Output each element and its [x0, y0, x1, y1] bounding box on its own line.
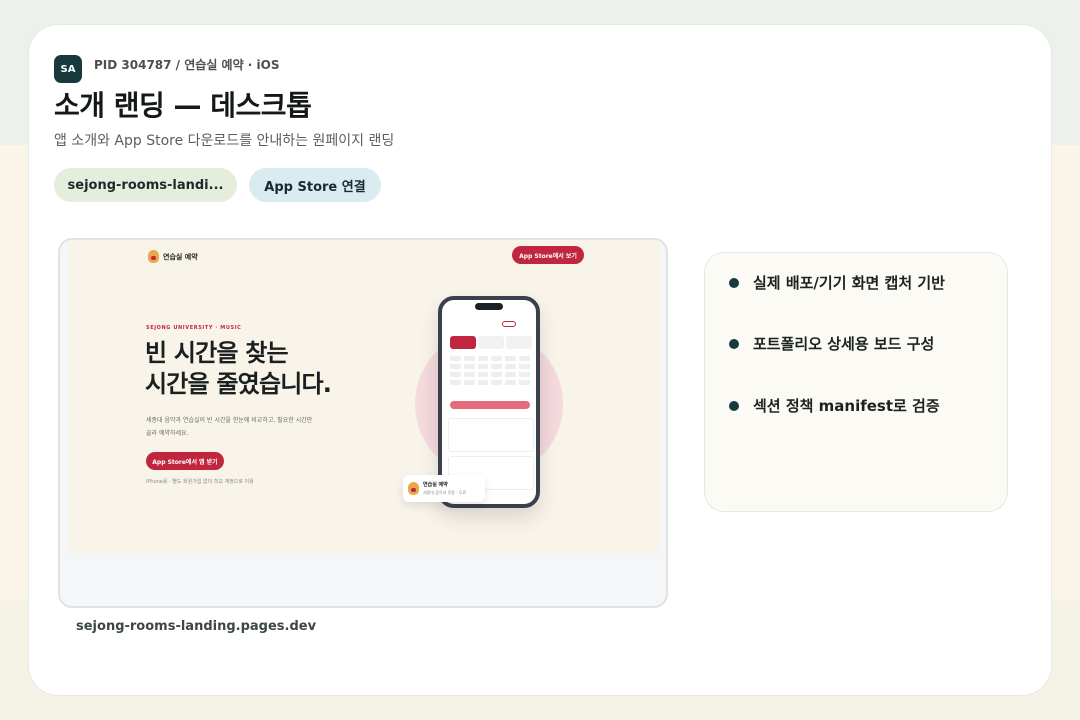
phone-tab [478, 336, 504, 349]
feature-label: 포트폴리오 상세용 보드 구성 [753, 335, 935, 353]
landing-cta-button[interactable]: App Store에서 앱 받기 [146, 452, 224, 470]
page-title: 소개 랜딩 — 데스크톱 [54, 89, 312, 122]
bullet-icon [729, 338, 739, 349]
tiger-mascot-icon [408, 482, 419, 495]
app-badge-subtitle: 세종대 음악과 전용 · 무료 [423, 490, 467, 495]
bullet-icon [729, 400, 739, 411]
landing-note: iPhone용 · 별도 회원가입 없이 학교 계정으로 이용 [146, 479, 254, 485]
feature-label: 섹션 정책 manifest로 검증 [753, 397, 940, 415]
landing-preview: 연습실 예약 App Store에서 보기 SEJONG UNIVERSITY … [58, 238, 668, 608]
landing-nav-app-store-button[interactable]: App Store에서 보기 [512, 246, 584, 264]
repo-chip[interactable]: sejong-rooms-landi... [54, 168, 237, 202]
landing-eyebrow: SEJONG UNIVERSITY · MUSIC [146, 325, 242, 331]
project-id: PID 304787 / 연습실 예약 · iOS [94, 58, 280, 72]
landing-description: 세종대 음악과 연습실의 빈 시간을 한눈에 비교하고, 필요한 시간만 골라 … [146, 414, 346, 440]
phone-tag [502, 321, 516, 327]
app-store-chip[interactable]: App Store 연결 [249, 168, 381, 202]
app-badge-card: 연습실 예약 세종대 음악과 전용 · 무료 [403, 475, 485, 502]
feature-item: 포트폴리오 상세용 보드 구성 [729, 333, 934, 354]
phone-tab [506, 336, 532, 349]
tiger-mascot-icon [148, 250, 159, 263]
description-line-1: 세종대 음악과 연습실의 빈 시간을 한눈에 비교하고, 필요한 시간만 [146, 417, 313, 424]
landing-screenshot: 연습실 예약 App Store에서 보기 SEJONG UNIVERSITY … [68, 240, 660, 553]
phone-room-card [448, 418, 534, 452]
app-badge-title: 연습실 예약 [423, 482, 448, 488]
feature-item: 섹션 정책 manifest로 검증 [729, 395, 940, 416]
phone-time-grid [450, 356, 530, 385]
hero-line-2: 시간을 줄였습니다. [145, 370, 332, 398]
phone-notch [475, 303, 503, 310]
landing-hero-heading: 빈 시간을 찾는 시간을 줄였습니다. [145, 338, 332, 400]
feature-label: 실제 배포/기기 화면 캡처 기반 [753, 274, 945, 292]
avatar: SA [54, 55, 82, 83]
bullet-icon [729, 277, 739, 288]
landing-brand: 연습실 예약 [163, 252, 198, 261]
deploy-url-link[interactable]: sejong-rooms-landing.pages.dev [76, 619, 316, 634]
feature-item: 실제 배포/기기 화면 캡처 기반 [729, 272, 945, 293]
hero-line-1: 빈 시간을 찾는 [145, 339, 289, 367]
feature-list: 실제 배포/기기 화면 캡처 기반 포트폴리오 상세용 보드 구성 섹션 정책 … [704, 252, 1008, 512]
phone-tab [450, 336, 476, 349]
landing-logo[interactable]: 연습실 예약 [148, 250, 198, 263]
page-subtitle: 앱 소개와 App Store 다운로드를 안내하는 원페이지 랜딩 [54, 133, 395, 149]
phone-primary-button [450, 401, 530, 409]
description-line-2: 골라 예약하세요. [146, 430, 189, 437]
